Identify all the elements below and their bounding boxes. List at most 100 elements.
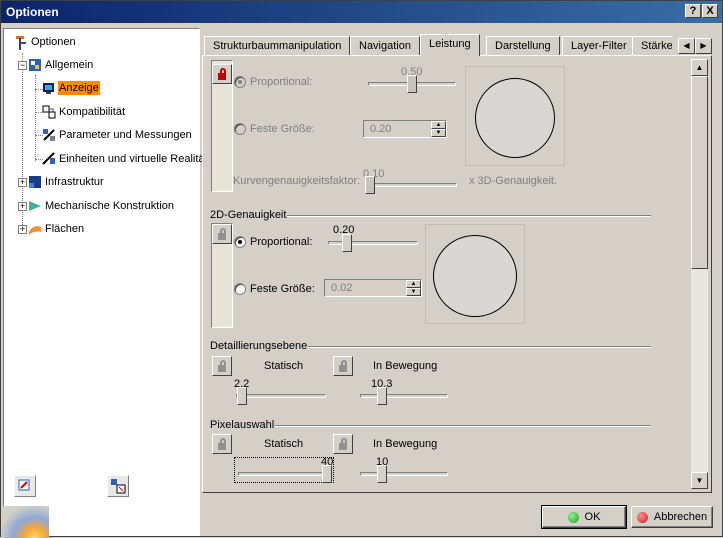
preview-2d bbox=[425, 224, 525, 324]
lock-detail-moving-button[interactable] bbox=[333, 356, 353, 376]
expand-mechanische-icon[interactable]: + bbox=[18, 202, 27, 211]
fixed-3d-label: Feste Größe: bbox=[250, 123, 315, 135]
curve-factor-track bbox=[365, 183, 457, 187]
proportional-3d-radio[interactable] bbox=[234, 76, 246, 88]
expand-infrastruktur-icon[interactable]: + bbox=[18, 178, 27, 187]
tab-scroll-right-button[interactable]: ▶ bbox=[695, 38, 712, 54]
tree-item-label: Parameter und Messungen bbox=[59, 129, 192, 141]
ok-label: OK bbox=[584, 511, 601, 523]
scroll-up-icon[interactable]: ▲ bbox=[691, 59, 708, 76]
expand-allgemein-icon[interactable]: − bbox=[18, 61, 27, 70]
scroll-thumb[interactable] bbox=[691, 76, 708, 269]
pixel-static-slider[interactable] bbox=[322, 465, 332, 483]
reset-icon bbox=[18, 479, 30, 491]
compatibility-icon bbox=[42, 105, 56, 119]
cancel-icon bbox=[636, 511, 648, 523]
tree-item-allgemein[interactable]: Allgemein bbox=[28, 56, 94, 74]
tree-item-flaechen[interactable]: Flächen bbox=[28, 220, 85, 238]
lock-pixel-moving-button[interactable] bbox=[333, 434, 353, 454]
tree-item-label: Flächen bbox=[45, 223, 85, 235]
units-icon bbox=[42, 152, 56, 166]
detail-moving-slider[interactable] bbox=[377, 387, 387, 405]
infrastructure-icon bbox=[28, 175, 42, 189]
fixed-2d-radio[interactable] bbox=[234, 283, 246, 295]
help-button[interactable]: ? bbox=[685, 4, 701, 18]
options-tree: Optionen − Allgemein Anzeige Kompatibili… bbox=[3, 28, 205, 536]
reset-options-button[interactable] bbox=[14, 475, 36, 497]
tree-item-mechanische-konstruktion[interactable]: Mechanische Konstruktion bbox=[28, 197, 175, 215]
pixel-static-label: Statisch bbox=[264, 438, 304, 450]
fixed-3d-spinner[interactable]: 0.20 ▲ ▼ bbox=[363, 120, 447, 138]
pixel-moving-slider[interactable] bbox=[377, 465, 387, 483]
lock-detail-static-button[interactable] bbox=[212, 356, 232, 376]
tab-strukturbaummanipulation[interactable]: Strukturbaummanipulation bbox=[204, 36, 351, 56]
tree-item-kompatibilitaet[interactable]: Kompatibilität bbox=[42, 103, 126, 121]
proportional-3d-label: Proportional: bbox=[250, 76, 313, 88]
lock-2d-button[interactable] bbox=[212, 224, 232, 244]
tree-item-anzeige[interactable]: Anzeige bbox=[42, 79, 100, 97]
preview-3d bbox=[465, 66, 565, 166]
options-root-icon bbox=[14, 35, 28, 50]
tree-item-label: Infrastruktur bbox=[45, 176, 104, 188]
proportional-2d-slider[interactable] bbox=[342, 234, 352, 252]
vertical-scrollbar[interactable]: ▲ ▼ bbox=[691, 59, 708, 489]
fixed-2d-spinner[interactable]: 0.02 ▲ ▼ bbox=[324, 279, 422, 297]
tab-staerke[interactable]: Stärke bbox=[632, 36, 672, 56]
tree-item-label: Kompatibilität bbox=[59, 106, 126, 118]
tab-darstellung[interactable]: Darstellung bbox=[486, 36, 560, 56]
parameters-icon bbox=[42, 128, 56, 142]
fixed-3d-radio[interactable] bbox=[234, 123, 246, 135]
tree-item-infrastruktur[interactable]: Infrastruktur bbox=[28, 173, 105, 191]
tree-item-parameter[interactable]: Parameter und Messungen bbox=[42, 126, 193, 144]
tree-root-label: Optionen bbox=[31, 36, 76, 48]
export-options-button[interactable] bbox=[107, 475, 129, 497]
panel-content: Proportional: 0.50 Feste Größe: 0.20 ▲ ▼ … bbox=[203, 56, 691, 492]
tree-root[interactable]: Optionen bbox=[14, 33, 77, 51]
close-button[interactable]: X bbox=[702, 4, 718, 18]
tab-scroll-left-button[interactable]: ◀ bbox=[678, 38, 695, 54]
display-icon bbox=[42, 81, 56, 95]
tree-item-label: Allgemein bbox=[45, 59, 94, 71]
fixed-2d-value: 0.02 bbox=[331, 282, 353, 294]
title-bar[interactable]: Optionen ? X bbox=[1, 1, 722, 23]
expand-flaechen-icon[interactable]: + bbox=[18, 225, 27, 234]
tab-layer-filter[interactable]: Layer-Filter bbox=[562, 36, 636, 56]
spin-up-icon[interactable]: ▲ bbox=[431, 121, 446, 129]
tab-navigation[interactable]: Navigation bbox=[350, 36, 420, 56]
curve-factor-label: Kurvengenauigkeitsfaktor: bbox=[233, 175, 361, 187]
brand-orb-icon bbox=[1, 506, 49, 538]
curve-factor-slider[interactable] bbox=[365, 176, 375, 194]
fixed-2d-label: Feste Größe: bbox=[250, 283, 315, 295]
curve-factor-suffix: x 3D-Genauigkeit. bbox=[469, 175, 558, 187]
detail-title: Detaillierungsebene bbox=[210, 340, 308, 352]
spin-down-icon[interactable]: ▼ bbox=[406, 288, 421, 296]
pixel-moving-label: In Bewegung bbox=[373, 438, 438, 450]
tree-item-einheiten[interactable]: Einheiten und virtuelle Realitä bbox=[42, 150, 206, 168]
detail-static-track bbox=[236, 394, 326, 398]
spin-up-icon[interactable]: ▲ bbox=[406, 280, 421, 288]
scroll-down-icon[interactable]: ▼ bbox=[691, 472, 708, 489]
ok-button[interactable]: OK bbox=[541, 505, 627, 529]
mechanical-design-icon bbox=[28, 199, 42, 213]
section-2d-title: 2D-Genauigkeit bbox=[210, 209, 287, 221]
spin-down-icon[interactable]: ▼ bbox=[431, 129, 446, 137]
proportional-2d-label: Proportional: bbox=[250, 236, 313, 248]
pixel-title: Pixelauswahl bbox=[210, 419, 275, 431]
detail-static-label: Statisch bbox=[264, 360, 304, 372]
pixel-static-track bbox=[238, 472, 330, 476]
lock-pixel-static-button[interactable] bbox=[212, 434, 232, 454]
tab-panel-leistung: Proportional: 0.50 Feste Größe: 0.20 ▲ ▼ … bbox=[202, 55, 712, 493]
tab-leistung[interactable]: Leistung bbox=[420, 34, 480, 56]
cancel-button[interactable]: Abbrechen bbox=[631, 506, 713, 528]
detail-static-slider[interactable] bbox=[237, 387, 247, 405]
options-dialog: Optionen ? X Optionen − Allgemein Anzeig… bbox=[0, 0, 723, 538]
pixel-moving-track bbox=[360, 472, 448, 476]
tree-item-label: Einheiten und virtuelle Realitä bbox=[59, 153, 205, 165]
window-title: Optionen bbox=[6, 5, 59, 19]
lock-3d-button[interactable] bbox=[212, 64, 232, 84]
proportional-2d-radio[interactable] bbox=[234, 236, 246, 248]
tab-strip: Strukturbaummanipulation Navigation Leis… bbox=[202, 34, 672, 56]
pixel-static-focus bbox=[234, 457, 334, 483]
proportional-3d-slider[interactable] bbox=[407, 75, 417, 93]
allgemein-icon bbox=[28, 58, 42, 72]
